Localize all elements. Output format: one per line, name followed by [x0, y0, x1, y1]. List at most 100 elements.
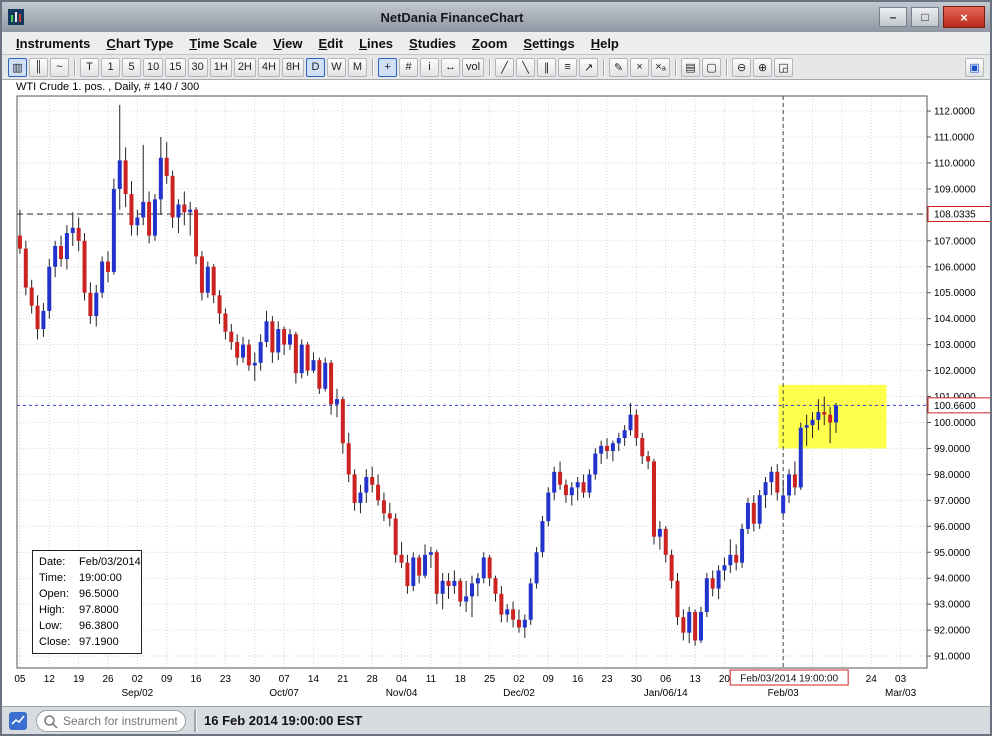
candle: [294, 332, 298, 384]
menu-item-zoom[interactable]: Zoom: [464, 34, 515, 53]
grid-button[interactable]: #: [399, 58, 418, 77]
timeframe-1-button[interactable]: 1: [101, 58, 120, 77]
candle: [546, 487, 550, 526]
candle: [171, 171, 175, 228]
timeframe-tick-button[interactable]: T: [80, 58, 99, 77]
status-bar: 16 Feb 2014 19:00:00 EST: [2, 706, 990, 734]
menu-item-view[interactable]: View: [265, 34, 310, 53]
trendline-button[interactable]: ╱: [495, 58, 514, 77]
candle: [576, 477, 580, 500]
highlight-box[interactable]: [778, 385, 886, 449]
x-day-label: 11: [426, 674, 437, 685]
candle: [423, 544, 427, 578]
scale-button[interactable]: ↔: [441, 58, 460, 77]
search-field[interactable]: [36, 710, 186, 732]
candle: [141, 145, 145, 225]
y-tick-label: 92.0000: [934, 626, 971, 637]
print-preview-button[interactable]: ▢: [702, 58, 721, 77]
candle: [764, 477, 768, 508]
candle: [640, 433, 644, 464]
candle: [30, 280, 34, 314]
y-tick-label: 105.0000: [934, 288, 976, 299]
candle: [629, 403, 633, 435]
maximize-button[interactable]: □: [911, 7, 939, 27]
candle: [36, 295, 40, 339]
timeframe-2h-button[interactable]: 2H: [234, 58, 256, 77]
instrument-list-icon[interactable]: [8, 711, 28, 731]
zoom-area-button[interactable]: ◲: [774, 58, 793, 77]
y-tick-label: 110.0000: [934, 158, 975, 169]
app-window: NetDania FinanceChart – □ × InstrumentsC…: [0, 0, 992, 736]
x-day-label: 25: [484, 674, 496, 685]
menu-item-time-scale[interactable]: Time Scale: [181, 34, 265, 53]
y-tick-label: 91.0000: [934, 652, 971, 663]
timeframe-4h-button[interactable]: 4H: [258, 58, 280, 77]
line-style-button[interactable]: ~: [50, 58, 69, 77]
arrow-tool-button[interactable]: ↗: [579, 58, 598, 77]
candle: [493, 576, 497, 602]
timeframe-5-button[interactable]: 5: [122, 58, 141, 77]
bar-style-button[interactable]: ▥: [8, 58, 27, 77]
candle: [540, 516, 544, 558]
timeframe-1h-button[interactable]: 1H: [210, 58, 232, 77]
timeframe-30-button[interactable]: 30: [188, 58, 208, 77]
menu-item-settings[interactable]: Settings: [515, 34, 582, 53]
title-bar[interactable]: NetDania FinanceChart – □ ×: [2, 2, 990, 32]
delete-all-lines-button[interactable]: ×ₐ: [651, 58, 670, 77]
candle: [458, 578, 462, 607]
zoom-in-button[interactable]: ⊕: [753, 58, 772, 77]
candle: [83, 233, 87, 300]
candle: [775, 464, 779, 500]
candlestick-style-button[interactable]: ║: [29, 58, 48, 77]
close-button[interactable]: ×: [943, 6, 985, 28]
y-tick-label: 97.0000: [934, 496, 971, 507]
x-day-label: 16: [572, 674, 584, 685]
x-day-label: 02: [132, 674, 144, 685]
candle: [564, 480, 568, 503]
candle: [88, 282, 92, 324]
candle: [353, 469, 357, 511]
candle: [605, 438, 609, 459]
timeframe-daily-button[interactable]: D: [306, 58, 325, 77]
menu-item-edit[interactable]: Edit: [311, 34, 352, 53]
ray-line-button[interactable]: ╲: [516, 58, 535, 77]
timeframe-monthly-button[interactable]: M: [348, 58, 367, 77]
info-row: Time:19:00:00: [39, 570, 135, 586]
candle: [476, 573, 480, 596]
menu-item-instruments[interactable]: Instruments: [8, 34, 98, 53]
crosshair-button[interactable]: +: [378, 58, 397, 77]
timeframe-weekly-button[interactable]: W: [327, 58, 346, 77]
search-input[interactable]: [36, 710, 186, 732]
x-day-label: 09: [161, 674, 173, 685]
x-day-label: 20: [719, 674, 731, 685]
fibonacci-button[interactable]: ≡: [558, 58, 577, 77]
candle: [799, 422, 803, 489]
candle: [182, 192, 186, 226]
candle: [94, 285, 98, 327]
edit-lines-button[interactable]: ✎: [609, 58, 628, 77]
candle: [452, 570, 456, 593]
candle: [587, 469, 591, 498]
candle: [358, 485, 362, 514]
timeframe-15-button[interactable]: 15: [165, 58, 185, 77]
candle: [488, 555, 492, 586]
print-button[interactable]: ▤: [681, 58, 700, 77]
menu-item-studies[interactable]: Studies: [401, 34, 464, 53]
timeframe-10-button[interactable]: 10: [143, 58, 163, 77]
popout-button[interactable]: ▣: [965, 58, 984, 77]
channel-button[interactable]: ∥: [537, 58, 556, 77]
menu-item-chart-type[interactable]: Chart Type: [98, 34, 181, 53]
menu-item-lines[interactable]: Lines: [351, 34, 401, 53]
menu-item-help[interactable]: Help: [583, 34, 627, 53]
minimize-button[interactable]: –: [879, 7, 907, 27]
candle: [265, 311, 269, 347]
x-day-label: 24: [866, 674, 878, 685]
x-day-label: 21: [337, 674, 349, 685]
volume-button[interactable]: vol: [462, 58, 484, 77]
zoom-out-button[interactable]: ⊖: [732, 58, 751, 77]
candle: [670, 550, 674, 589]
price-chart[interactable]: 91.000092.000093.000094.000095.000096.00…: [2, 80, 992, 706]
delete-line-button[interactable]: ×: [630, 58, 649, 77]
timeframe-8h-button[interactable]: 8H: [282, 58, 304, 77]
info-button[interactable]: i: [420, 58, 439, 77]
